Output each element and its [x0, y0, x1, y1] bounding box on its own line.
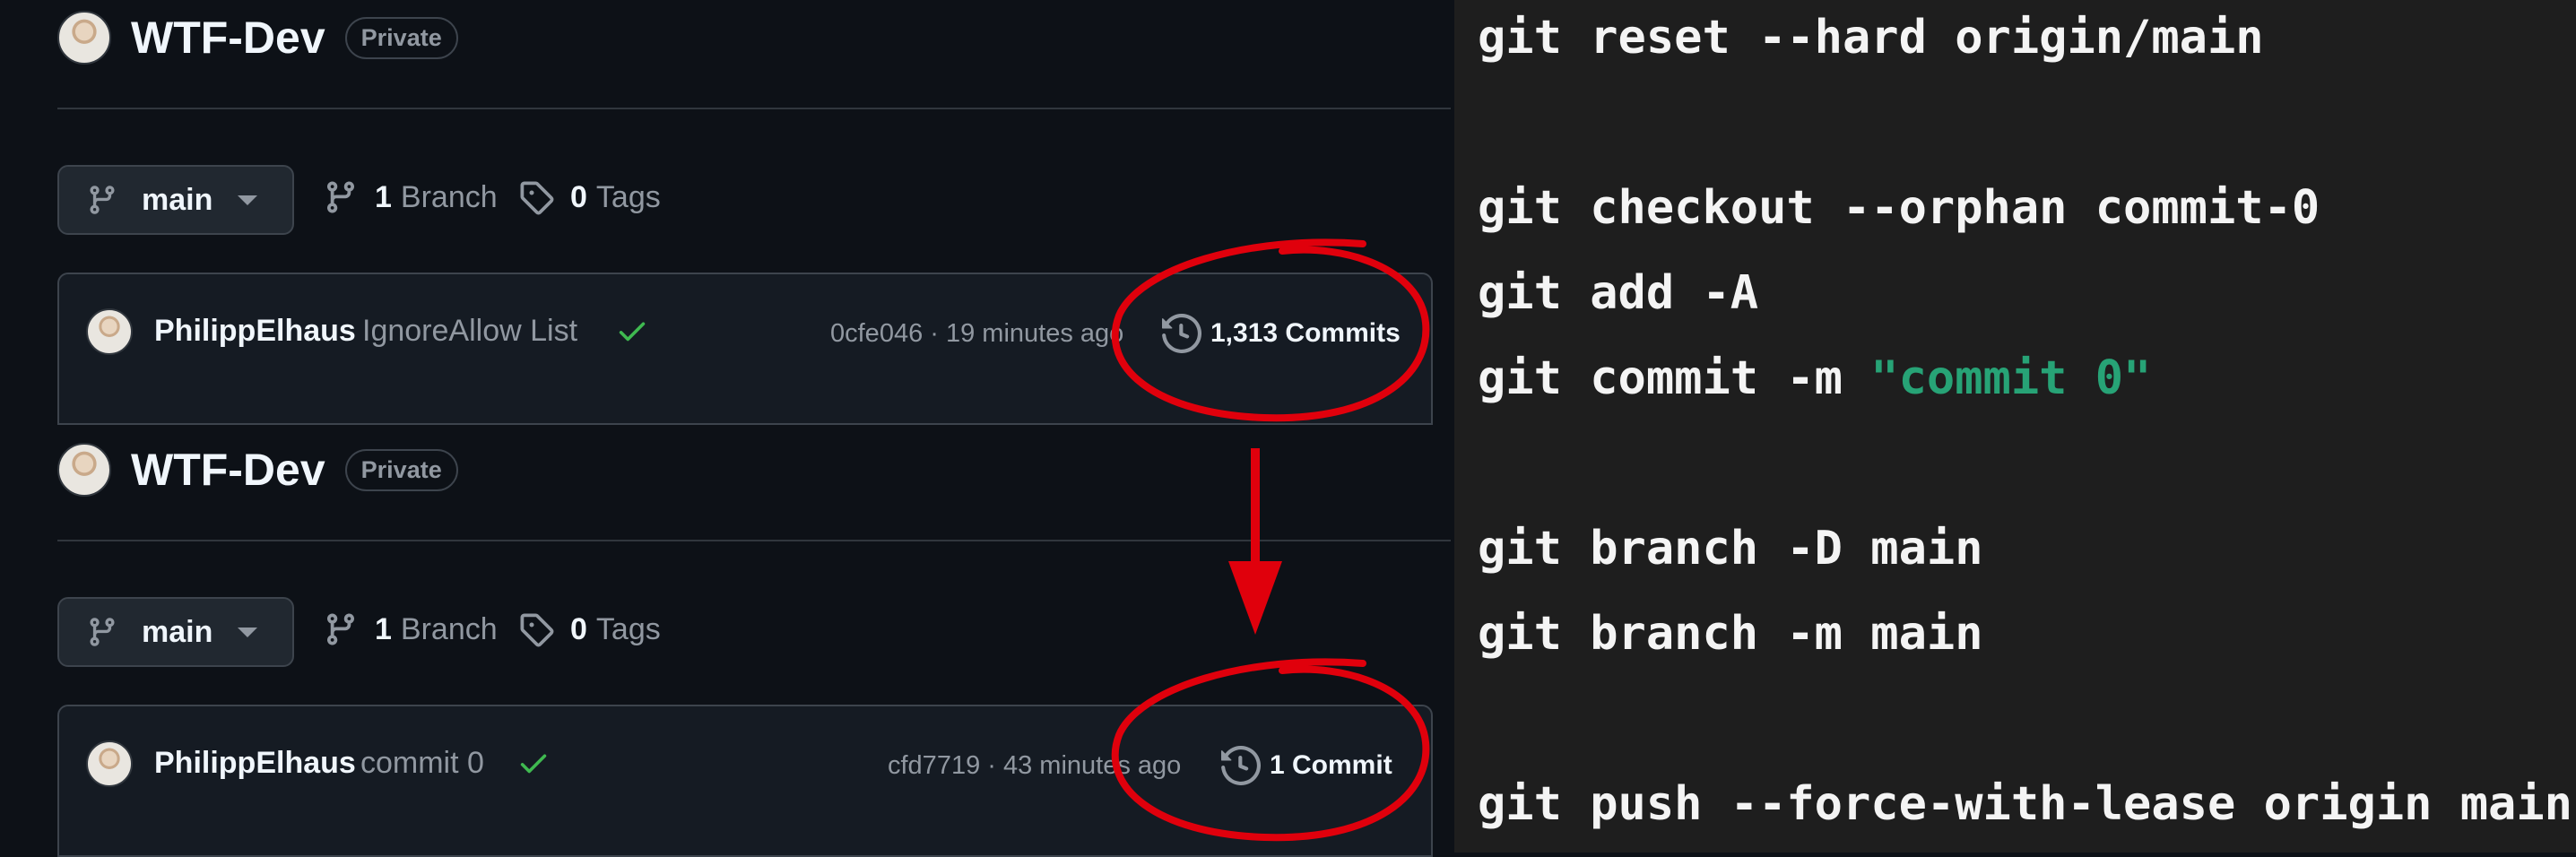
tag-label: Tags	[595, 611, 661, 646]
branch-name: main	[142, 614, 213, 649]
chevron-down-icon	[238, 627, 258, 637]
commit-author[interactable]: PhilippElhaus	[154, 746, 356, 781]
tags-link[interactable]: 0 Tags	[518, 611, 661, 647]
code-string: "commit 0"	[1870, 351, 2152, 405]
private-badge: Private	[344, 448, 458, 491]
branch-label: Branch	[400, 611, 498, 646]
code-line-push: git push --force-with-lease origin main	[1478, 777, 2572, 831]
branches-link[interactable]: 1 Branch	[323, 179, 498, 215]
repo-header: WTF-Dev Private	[57, 443, 458, 497]
branch-label: Branch	[400, 179, 498, 214]
branches-link[interactable]: 1 Branch	[323, 611, 498, 647]
check-icon[interactable]	[615, 314, 649, 348]
commit-count: 1,313 Commits	[1210, 318, 1401, 348]
git-branch-icon	[90, 186, 115, 214]
divider	[57, 540, 1451, 541]
git-branch-icon	[326, 613, 354, 645]
chevron-down-icon	[238, 195, 258, 205]
history-icon	[1221, 746, 1261, 785]
tags-link[interactable]: 0 Tags	[518, 179, 661, 215]
tag-icon	[520, 613, 554, 647]
code-line-branch-delete: git branch -D main	[1478, 522, 1983, 576]
code-line-reset: git reset --hard origin/main	[1478, 11, 2264, 65]
owner-avatar[interactable]	[57, 11, 111, 65]
author-avatar[interactable]	[86, 740, 133, 787]
branch-name: main	[142, 182, 213, 217]
github-screens: WTF-Dev Private main 1 Branch 0 Tags Phi…	[0, 0, 1454, 857]
tag-label: Tags	[595, 179, 661, 214]
branch-count: 1	[375, 611, 392, 646]
latest-commit-bar: PhilippElhaus commit 0 cfd7719 · 43 minu…	[57, 705, 1433, 857]
author-avatar[interactable]	[86, 308, 133, 355]
git-branch-icon	[326, 181, 354, 213]
branch-select-button[interactable]: main	[57, 165, 294, 235]
repo-screen-after: WTF-Dev Private main 1 Branch 0 Tags Phi…	[0, 432, 1454, 857]
commit-hash-time[interactable]: cfd7719 · 43 minutes ago	[888, 751, 1181, 781]
commit-count: 1 Commit	[1270, 750, 1392, 780]
branch-count: 1	[375, 179, 392, 214]
repo-header: WTF-Dev Private	[57, 11, 458, 65]
commit-message[interactable]: commit 0	[360, 746, 484, 781]
code-line-checkout: git checkout --orphan commit-0	[1478, 181, 2320, 235]
branch-select-button[interactable]: main	[57, 597, 294, 667]
commit-message[interactable]: IgnoreAllow List	[362, 314, 577, 349]
tag-count: 0	[570, 611, 587, 646]
commit-author[interactable]: PhilippElhaus	[154, 314, 356, 349]
private-badge: Private	[344, 16, 458, 59]
tag-count: 0	[570, 179, 587, 214]
commits-link[interactable]: 1 Commit	[1221, 746, 1392, 785]
code-line-add: git add -A	[1478, 266, 1759, 320]
repo-screen-before: WTF-Dev Private main 1 Branch 0 Tags Phi…	[0, 0, 1454, 425]
check-icon[interactable]	[516, 746, 551, 780]
commits-link[interactable]: 1,313 Commits	[1162, 314, 1401, 353]
history-icon	[1162, 314, 1201, 353]
tag-icon	[520, 181, 554, 215]
divider	[57, 108, 1451, 109]
commit-hash-time[interactable]: 0cfe046 · 19 minutes ago	[830, 319, 1123, 349]
code-command: git commit -m	[1478, 351, 1871, 405]
code-line-commit: git commit -m "commit 0"	[1478, 351, 2151, 405]
git-branch-icon	[90, 618, 115, 646]
terminal-panel	[1454, 0, 2576, 853]
repo-name[interactable]: WTF-Dev	[131, 444, 325, 496]
latest-commit-bar: PhilippElhaus IgnoreAllow List 0cfe046 ·…	[57, 273, 1433, 425]
code-line-branch-rename: git branch -m main	[1478, 607, 1983, 661]
repo-name[interactable]: WTF-Dev	[131, 12, 325, 64]
owner-avatar[interactable]	[57, 443, 111, 497]
